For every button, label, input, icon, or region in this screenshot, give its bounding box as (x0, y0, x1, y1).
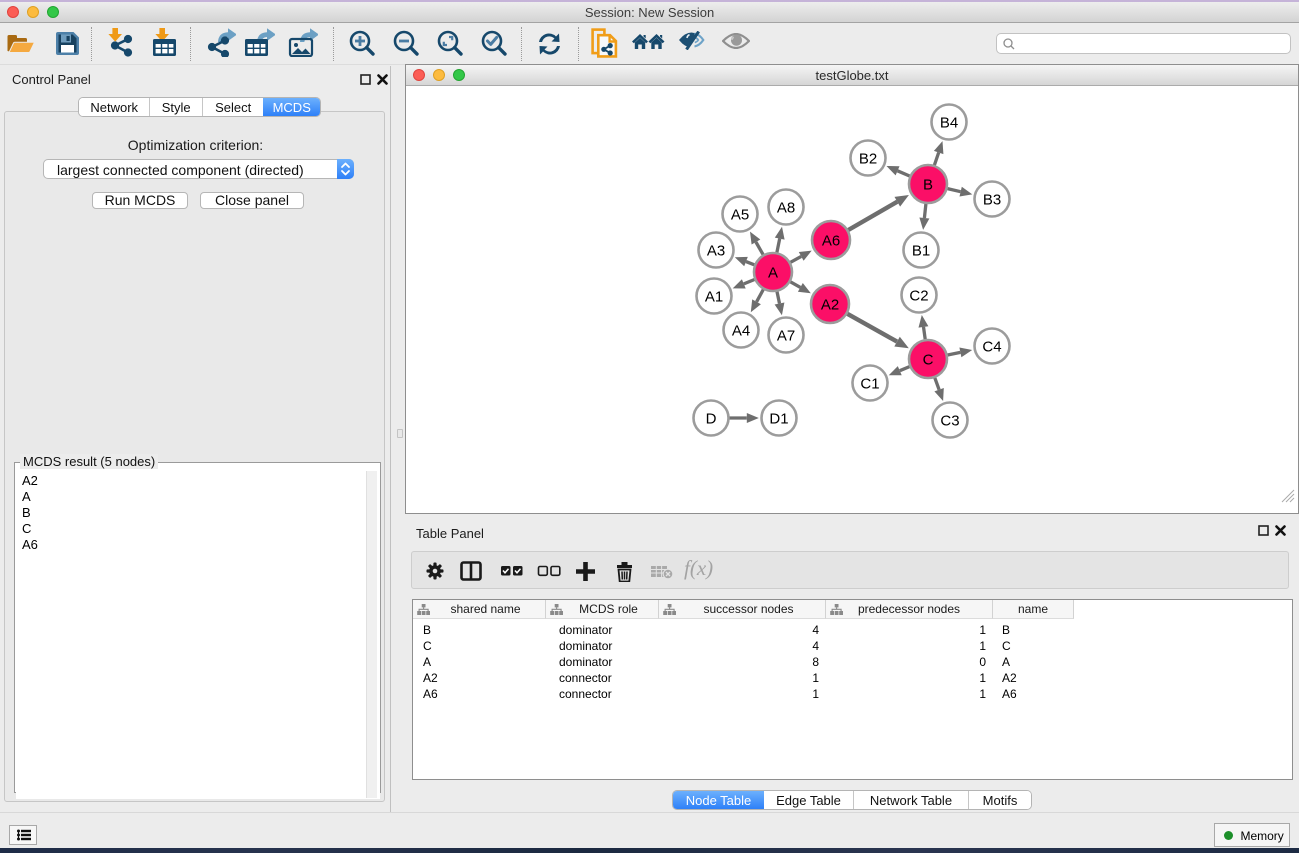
svg-text:A: A (768, 265, 778, 282)
svg-text:A3: A3 (707, 243, 725, 260)
svg-text:B: B (923, 177, 933, 194)
svg-text:C3: C3 (940, 413, 959, 430)
svg-text:D: D (706, 411, 717, 428)
svg-text:A6: A6 (822, 233, 840, 250)
svg-text:A8: A8 (777, 200, 795, 217)
svg-text:B1: B1 (912, 243, 930, 260)
svg-text:A5: A5 (731, 207, 749, 224)
svg-text:B3: B3 (983, 192, 1001, 209)
svg-text:C: C (923, 352, 934, 369)
svg-text:A4: A4 (732, 323, 750, 340)
svg-text:C4: C4 (982, 339, 1001, 356)
svg-text:A7: A7 (777, 328, 795, 345)
svg-text:C2: C2 (909, 288, 928, 305)
svg-text:B2: B2 (859, 151, 877, 168)
svg-text:B4: B4 (940, 115, 958, 132)
svg-text:C1: C1 (860, 376, 879, 393)
svg-text:A2: A2 (821, 297, 839, 314)
svg-text:D1: D1 (769, 411, 788, 428)
svg-text:A1: A1 (705, 289, 723, 306)
